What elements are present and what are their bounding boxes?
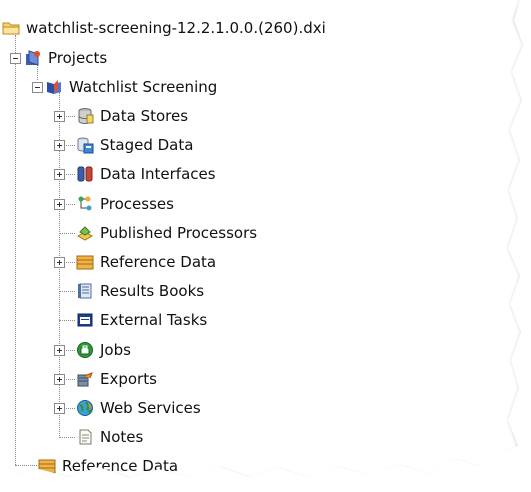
torn-edge-frame <box>0 0 531 492</box>
